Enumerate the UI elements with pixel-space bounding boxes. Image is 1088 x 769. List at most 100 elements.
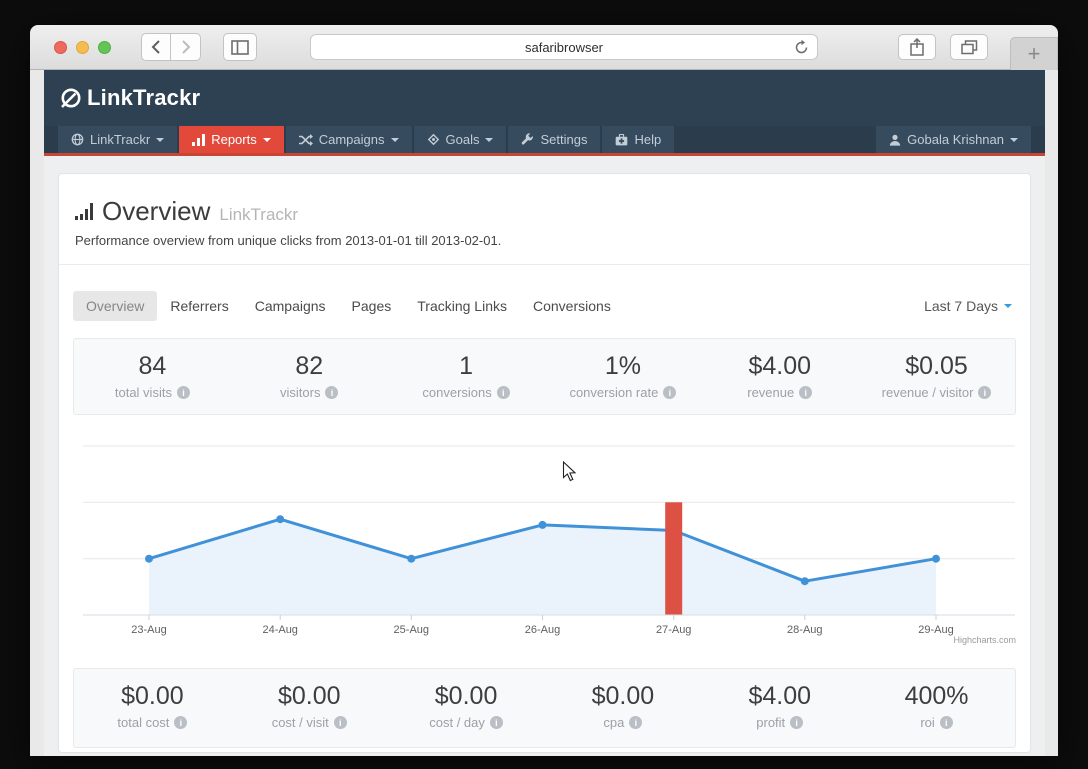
chart-point[interactable] [407, 554, 416, 563]
stat-label: total visits [114, 385, 172, 400]
stat-value: 1% [604, 352, 641, 380]
mouse-cursor [562, 461, 577, 482]
reload-icon [795, 39, 808, 54]
info-icon[interactable] [176, 386, 190, 399]
nav-item-settings[interactable]: Settings [508, 126, 601, 153]
sidebar-icon [231, 39, 249, 55]
new-tab-button[interactable]: + [1010, 37, 1058, 70]
info-icon[interactable] [629, 716, 643, 729]
date-range-selector[interactable]: Last 7 Days [924, 298, 1012, 314]
back-button[interactable] [141, 33, 171, 61]
stat-label: cpa [603, 715, 625, 730]
axis-label: 25-Aug [394, 624, 429, 636]
report-tabs: Overview Referrers Campaigns Pages Track… [73, 291, 1016, 321]
browser-toolbar: + [30, 25, 1058, 70]
address-bar[interactable] [310, 34, 818, 60]
minimize-window-button[interactable] [76, 40, 89, 54]
stat-label: conversions [422, 385, 492, 400]
tab-conversions[interactable]: Conversions [520, 291, 624, 321]
page-subtitle: Performance overview from unique clicks … [75, 233, 502, 248]
axis-label: 29-Aug [918, 624, 953, 636]
nav-label: LinkTrackr [90, 132, 151, 147]
caret-down-icon [156, 137, 165, 146]
info-icon[interactable] [799, 386, 813, 399]
stat-value: $0.00 [121, 682, 184, 710]
tab-referrers[interactable]: Referrers [157, 291, 241, 321]
app-logo-text: LinkTrackr [87, 85, 201, 110]
info-icon[interactable] [174, 716, 188, 729]
screenshot-stage: + LinkTrackr [0, 0, 1088, 769]
forward-button[interactable] [171, 33, 201, 61]
signal-bars-icon [75, 203, 93, 220]
zoom-window-button[interactable] [98, 40, 111, 54]
nav-item-campaigns[interactable]: Campaigns [285, 126, 412, 153]
date-range-label: Last 7 Days [924, 298, 998, 314]
page-title-suffix: LinkTrackr [219, 205, 299, 224]
tab-campaigns[interactable]: Campaigns [242, 291, 339, 321]
stat-label: conversion rate [569, 385, 659, 400]
sidebar-toggle-button[interactable] [223, 33, 257, 61]
caret-down-icon [1004, 303, 1012, 312]
axis-label: 28-Aug [787, 624, 822, 636]
axis-label: 27-Aug [656, 624, 691, 636]
stats-panel-bottom: $0.00 total cost $0.00 cost / visit $0.0… [73, 668, 1016, 748]
axis-label: 26-Aug [525, 624, 560, 636]
stat-label: total cost [117, 715, 170, 730]
chart-point[interactable] [538, 520, 547, 529]
wrench-icon [521, 133, 534, 146]
share-icon [910, 38, 924, 56]
annotation-bar[interactable] [665, 502, 683, 615]
reload-button[interactable] [793, 39, 810, 56]
tab-pages[interactable]: Pages [339, 291, 405, 321]
show-tabs-button[interactable] [950, 34, 988, 60]
info-icon[interactable] [939, 716, 953, 729]
stat-value: 82 [295, 352, 324, 380]
browser-window: + LinkTrackr [30, 25, 1058, 756]
chart-point[interactable] [800, 577, 809, 586]
overview-card: Overview LinkTrackr Performance overview… [58, 173, 1031, 753]
stat-revenue: $4.00 revenue [701, 339, 858, 414]
stat-value: $4.00 [748, 352, 811, 380]
info-icon[interactable] [790, 716, 804, 729]
globe-icon [71, 133, 84, 146]
stat-value: $0.00 [591, 682, 655, 710]
nav-label: Help [634, 132, 662, 147]
chart-point[interactable] [276, 515, 285, 524]
linktrackr-logo-icon [61, 88, 81, 108]
stats-panel-top: 84 total visits 82 visitors 1 conversion… [73, 338, 1016, 415]
info-icon[interactable] [325, 386, 339, 399]
nav-item-goals[interactable]: Goals [413, 126, 507, 153]
nav-item-help[interactable]: Help [602, 126, 675, 153]
stat-value: 84 [138, 352, 167, 380]
tab-overview[interactable]: Overview [73, 291, 158, 321]
app-logo[interactable]: LinkTrackr [58, 85, 200, 111]
caret-down-icon [262, 137, 271, 146]
info-icon[interactable] [496, 386, 510, 399]
browser-viewport: LinkTrackr LinkTrackr Reports Campaigns … [30, 70, 1058, 756]
info-icon[interactable] [489, 716, 503, 729]
info-icon[interactable] [663, 386, 677, 399]
chart-point[interactable] [932, 554, 940, 563]
nav-item-reports[interactable]: Reports [179, 126, 284, 153]
stat-label: visitors [280, 385, 321, 400]
share-button[interactable] [898, 34, 936, 60]
stat-label: profit [756, 715, 786, 730]
chevron-left-icon [151, 40, 160, 54]
chevron-right-icon [181, 40, 190, 54]
url-input[interactable] [311, 35, 817, 59]
nav-label: Settings [540, 132, 588, 147]
caret-down-icon [485, 137, 494, 146]
info-icon[interactable] [333, 716, 347, 729]
caret-down-icon [1010, 137, 1018, 146]
close-window-button[interactable] [54, 40, 67, 54]
stat-cost-per-day: $0.00 cost / day [388, 669, 545, 747]
user-icon [889, 134, 901, 146]
nav-item-user-menu[interactable]: Gobala Krishnan [876, 126, 1031, 153]
info-icon[interactable] [978, 386, 992, 399]
chart-credit[interactable]: Highcharts.com [953, 635, 1016, 645]
stat-conversion-rate: 1% conversion rate [544, 339, 701, 414]
chart-point[interactable] [145, 554, 153, 563]
page-title: Overview [102, 196, 211, 226]
nav-item-linktrackr[interactable]: LinkTrackr [58, 126, 178, 153]
tab-tracking-links[interactable]: Tracking Links [404, 291, 520, 321]
